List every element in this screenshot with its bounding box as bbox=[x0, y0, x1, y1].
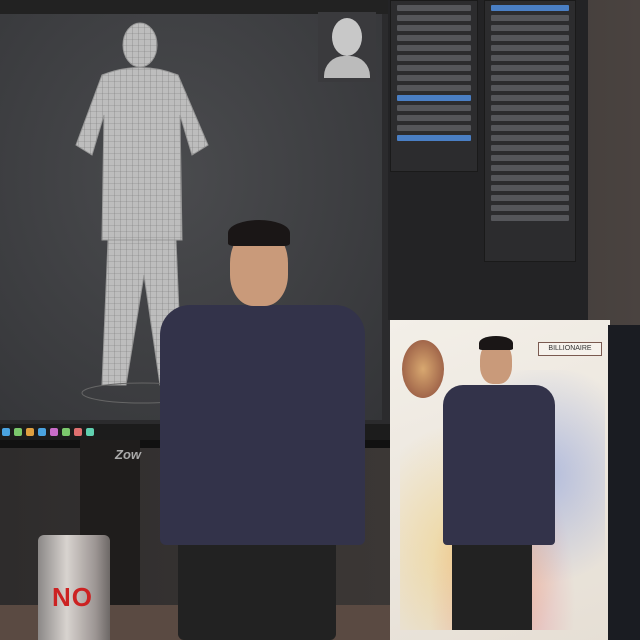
monitor-brand: Zow bbox=[115, 447, 141, 462]
box-emblem bbox=[402, 340, 444, 398]
bust-preview bbox=[318, 12, 376, 82]
outliner-panels bbox=[388, 0, 588, 320]
can-label: NO bbox=[52, 582, 93, 612]
box-label: BILLIONAIRE bbox=[538, 342, 602, 356]
box-side bbox=[608, 325, 640, 640]
